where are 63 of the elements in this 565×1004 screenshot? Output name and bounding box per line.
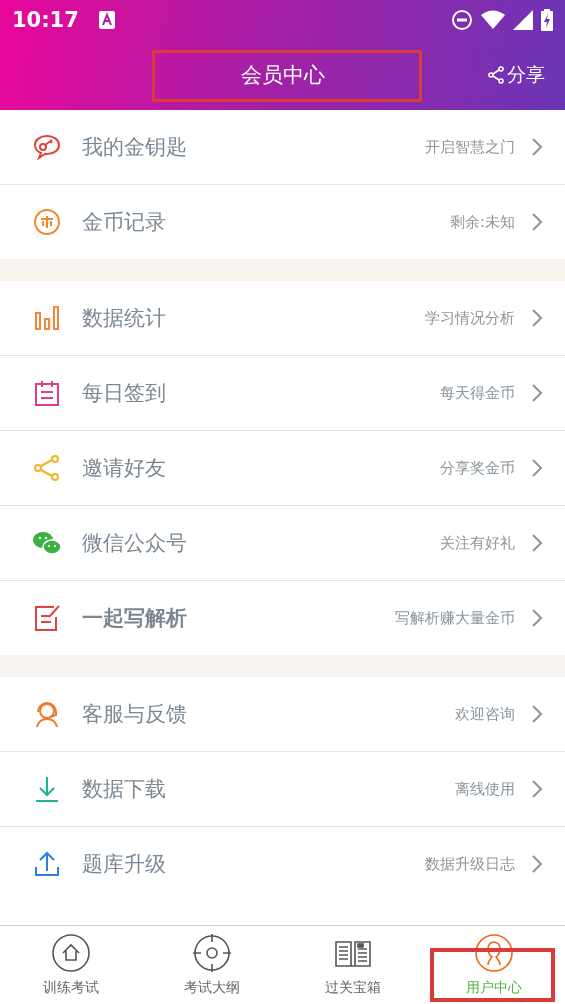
upload-icon — [32, 849, 62, 879]
chevron-right-icon — [531, 308, 543, 328]
signal-icon — [513, 10, 533, 30]
chevron-right-icon — [531, 779, 543, 799]
menu-row[interactable]: 一起写解析 写解析赚大量金币 — [0, 581, 565, 655]
nav-tab[interactable]: 考试大纲 — [141, 926, 283, 1004]
menu-hint: 离线使用 — [455, 779, 515, 799]
home-icon — [50, 933, 91, 973]
menu-label: 我的金钥匙 — [82, 134, 187, 161]
chevron-right-icon — [531, 704, 543, 724]
nav-tab[interactable]: 训练考试 — [0, 926, 142, 1004]
share-icon — [32, 453, 62, 483]
chevron-right-icon — [531, 137, 543, 157]
chevron-right-icon — [531, 608, 543, 628]
menu-label: 数据统计 — [82, 305, 166, 332]
edit-icon — [32, 603, 62, 633]
wifi-icon — [481, 10, 505, 30]
battery-icon — [541, 9, 553, 31]
menu-label: 数据下载 — [82, 776, 166, 803]
menu-hint: 数据升级日志 — [425, 854, 515, 874]
menu-row[interactable]: 每日签到 每天得金币 — [0, 356, 565, 431]
chevron-right-icon — [531, 458, 543, 478]
menu-row[interactable]: 题库升级 数据升级日志 — [0, 827, 565, 901]
share-button[interactable]: 分享 — [488, 62, 545, 88]
menu-row[interactable]: 邀请好友 分享奖金币 — [0, 431, 565, 506]
user-icon — [474, 933, 515, 973]
chevron-right-icon — [531, 533, 543, 553]
menu-row[interactable]: 金币记录 剩余:未知 — [0, 185, 565, 259]
nav-tab[interactable]: 用户中心 — [423, 926, 565, 1004]
page-title: 会员中心 — [240, 62, 325, 89]
menu-row[interactable]: 我的金钥匙 开启智慧之门 — [0, 110, 565, 185]
menu-label: 客服与反馈 — [82, 701, 187, 728]
chevron-right-icon — [531, 383, 543, 403]
menu-row[interactable]: 数据统计 学习情况分析 — [0, 281, 565, 356]
crosshair-icon — [191, 933, 232, 973]
chevron-right-icon — [531, 854, 543, 874]
menu-label: 一起写解析 — [82, 605, 187, 632]
key-speech-bubble-icon — [32, 132, 62, 162]
share-icon — [488, 66, 504, 84]
menu-row[interactable]: 微信公众号 关注有好礼 — [0, 506, 565, 581]
menu-label: 题库升级 — [82, 851, 166, 878]
bar-chart-icon — [32, 303, 62, 333]
menu-hint: 开启智慧之门 — [425, 137, 515, 157]
nav-tab[interactable]: 过关宝箱 — [282, 926, 424, 1004]
do-not-disturb-icon — [451, 9, 473, 31]
menu-hint: 写解析赚大量金币 — [395, 608, 515, 628]
menu-label: 每日签到 — [82, 380, 166, 407]
status-time: 10:17 — [12, 8, 79, 32]
menu-row[interactable]: 数据下载 离线使用 — [0, 752, 565, 827]
notification-icon — [98, 11, 115, 29]
menu-hint: 学习情况分析 — [425, 308, 515, 328]
menu-hint: 剩余:未知 — [449, 212, 515, 232]
menu-row[interactable]: 客服与反馈 欢迎咨询 — [0, 677, 565, 752]
menu-hint: 每天得金币 — [440, 383, 515, 403]
menu-hint: 分享奖金币 — [440, 458, 515, 478]
coin-icon — [32, 207, 62, 237]
menu-label: 微信公众号 — [82, 530, 187, 557]
menu-hint: 关注有好礼 — [440, 533, 515, 553]
menu-label: 金币记录 — [82, 209, 166, 236]
menu-hint: 欢迎咨询 — [455, 704, 515, 724]
chevron-right-icon — [531, 212, 543, 232]
calendar-icon — [32, 378, 62, 408]
menu-label: 邀请好友 — [82, 455, 166, 482]
